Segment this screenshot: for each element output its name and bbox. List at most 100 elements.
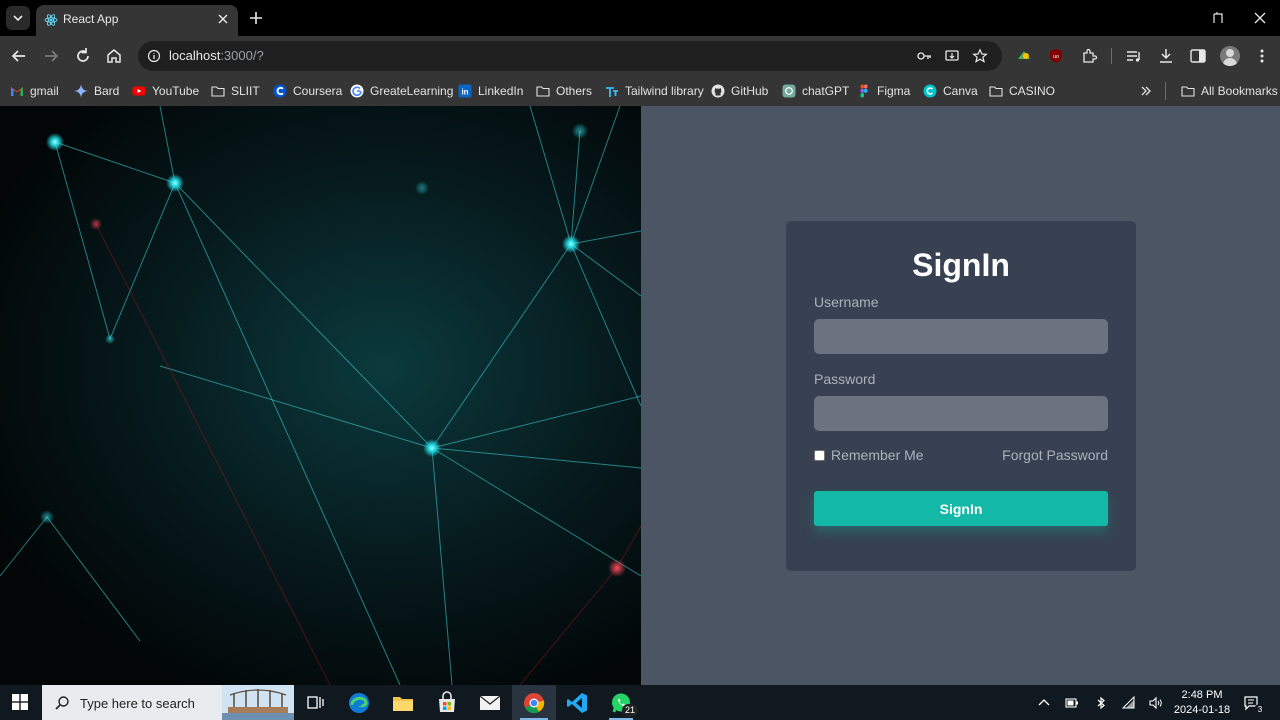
- folder-icon: [211, 86, 225, 97]
- address-bar[interactable]: localhost:3000/?: [138, 41, 1002, 71]
- bookmark-youtube[interactable]: YouTube: [132, 82, 199, 100]
- bookmark-others[interactable]: Others: [536, 82, 592, 100]
- signin-title: SignIn: [912, 247, 1010, 283]
- linkedin-icon: in: [458, 84, 472, 98]
- signin-button[interactable]: SignIn: [814, 491, 1108, 526]
- close-window-icon[interactable]: [1252, 10, 1268, 26]
- whatsapp-badge: 21: [622, 704, 638, 717]
- key-icon[interactable]: [916, 48, 932, 64]
- bookmark-chatgpt[interactable]: chatGPT: [782, 82, 849, 100]
- bookmarks-divider: [1165, 82, 1166, 100]
- search-highlight-art: [222, 685, 294, 720]
- remember-me[interactable]: Remember Me: [814, 447, 924, 463]
- password-label: Password: [814, 371, 876, 387]
- site-info-icon[interactable]: [147, 49, 161, 63]
- home-icon[interactable]: [104, 46, 124, 66]
- react-icon: [44, 14, 58, 26]
- canva-icon: [923, 84, 937, 98]
- bookmark-star-icon[interactable]: [972, 48, 988, 64]
- close-icon[interactable]: [216, 12, 230, 26]
- extensions-puzzle-icon[interactable]: [1080, 47, 1098, 65]
- chrome-icon[interactable]: [522, 691, 546, 715]
- toolbar-divider: [1111, 48, 1112, 64]
- page-viewport: SignIn Username Password Remember Me For…: [0, 106, 1280, 685]
- battery-icon[interactable]: [1065, 696, 1079, 710]
- volume-icon[interactable]: [1149, 696, 1163, 710]
- wifi-icon[interactable]: [1122, 696, 1136, 710]
- remember-me-label: Remember Me: [831, 447, 924, 463]
- bookmark-tailwind-library[interactable]: Tailwind library: [605, 82, 704, 100]
- restore-window-icon[interactable]: [1211, 10, 1227, 26]
- all-bookmarks-folder[interactable]: All Bookmarks: [1181, 82, 1278, 100]
- bookmark-linkedin[interactable]: in LinkedIn: [458, 82, 523, 100]
- browser-tab[interactable]: React App: [36, 5, 238, 36]
- bookmark-figma[interactable]: Figma: [857, 82, 910, 100]
- svg-text:in: in: [461, 88, 468, 97]
- folder-icon: [989, 86, 1003, 97]
- vscode-icon[interactable]: [565, 691, 589, 715]
- url-text[interactable]: localhost:3000/?: [169, 48, 264, 63]
- username-input[interactable]: [814, 319, 1108, 354]
- back-arrow-icon[interactable]: [9, 46, 29, 66]
- bookmark-coursera[interactable]: Coursera: [273, 82, 342, 100]
- install-app-icon[interactable]: [944, 48, 960, 64]
- bookmark-gmail[interactable]: gmail: [10, 82, 59, 100]
- notification-count-badge: 3: [1254, 704, 1266, 716]
- github-icon: [711, 84, 725, 98]
- extension-palette-icon[interactable]: [1015, 47, 1033, 65]
- more-bookmarks-chevron-icon[interactable]: [1139, 84, 1153, 98]
- tab-search-button[interactable]: [6, 6, 30, 30]
- chevron-up-icon[interactable]: [1037, 696, 1051, 710]
- signin-panel: SignIn Username Password Remember Me For…: [641, 106, 1280, 685]
- bookmark-casino[interactable]: CASINO: [989, 82, 1055, 100]
- taskbar-clock[interactable]: 2:48 PM 2024-01-18: [1168, 688, 1236, 718]
- bookmark-canva[interactable]: Canva: [923, 82, 978, 100]
- microsoft-store-icon[interactable]: [435, 691, 459, 715]
- side-panel-icon[interactable]: [1189, 47, 1207, 65]
- file-explorer-icon[interactable]: [391, 691, 415, 715]
- taskbar-search[interactable]: Type here to search: [42, 685, 294, 720]
- forward-arrow-icon[interactable]: [41, 46, 61, 66]
- folder-icon: [536, 86, 550, 97]
- bookmarks-bar: gmail Bard YouTube SLIIT Coursera Greate…: [0, 76, 1280, 106]
- ublock-origin-icon[interactable]: uo: [1047, 47, 1065, 65]
- password-input[interactable]: [814, 396, 1108, 431]
- windows-taskbar: Type here to search 21 2:48 PM 2024-01-1…: [0, 685, 1280, 720]
- bookmark-github[interactable]: GitHub: [711, 82, 768, 100]
- search-icon: [55, 696, 69, 710]
- more-menu-icon[interactable]: [1253, 47, 1271, 65]
- chatgpt-icon: [782, 84, 796, 98]
- bookmark-greatelearning[interactable]: GreateLearning: [350, 82, 453, 100]
- bard-icon: [74, 84, 88, 98]
- media-controls-icon[interactable]: [1125, 47, 1143, 65]
- reload-icon[interactable]: [73, 46, 93, 66]
- new-tab-icon[interactable]: [247, 9, 265, 27]
- coursera-icon: [273, 84, 287, 98]
- google-icon: [350, 84, 364, 98]
- forgot-password-link[interactable]: Forgot Password: [1002, 447, 1108, 463]
- network-graphic: [0, 106, 641, 685]
- windows-start-icon[interactable]: [12, 694, 28, 710]
- profile-avatar[interactable]: [1220, 46, 1240, 66]
- download-icon[interactable]: [1157, 47, 1175, 65]
- bookmark-sliit[interactable]: SLIIT: [211, 82, 260, 100]
- figma-icon: [860, 84, 868, 98]
- tab-title: React App: [63, 12, 119, 26]
- network-hero-image: [0, 106, 641, 685]
- chevron-down-icon: [13, 15, 23, 22]
- clock-date: 2024-01-18: [1173, 704, 1231, 716]
- bookmark-bard[interactable]: Bard: [74, 82, 119, 100]
- remember-me-checkbox[interactable]: [814, 449, 825, 461]
- mail-icon[interactable]: [478, 691, 502, 715]
- tailwind-icon: [606, 87, 618, 97]
- username-label: Username: [814, 294, 879, 310]
- bluetooth-icon[interactable]: [1094, 696, 1108, 710]
- gmail-icon: [11, 87, 23, 96]
- tab-strip: React App: [0, 0, 1280, 36]
- signin-card: SignIn Username Password Remember Me For…: [786, 221, 1136, 571]
- edge-icon[interactable]: [347, 691, 371, 715]
- youtube-icon: [132, 86, 146, 96]
- task-view-icon[interactable]: [303, 691, 327, 715]
- folder-icon: [1181, 86, 1195, 97]
- search-placeholder: Type here to search: [80, 696, 195, 711]
